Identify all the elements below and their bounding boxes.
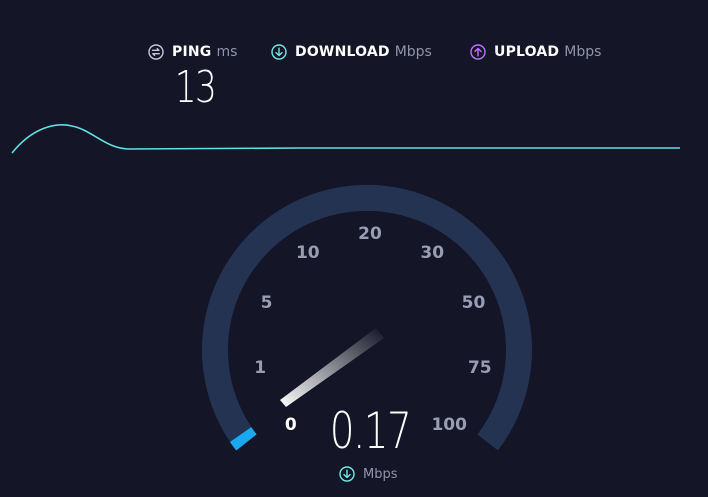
gauge-label-5: 5: [261, 293, 273, 313]
throughput-graph: [11, 124, 680, 154]
ping-value: 13: [174, 62, 217, 113]
current-speed-unit: Mbps: [339, 466, 398, 482]
gauge-label-75: 75: [468, 358, 492, 378]
gauge-label-50: 50: [462, 293, 486, 313]
gauge-label-10: 10: [296, 243, 320, 263]
ping-unit: ms: [216, 44, 238, 60]
current-speed-unit-label: Mbps: [363, 466, 398, 482]
upload-metric: UPLOAD Mbps: [470, 42, 601, 62]
ping-label: PING: [172, 44, 212, 60]
upload-label: UPLOAD: [494, 44, 560, 60]
ping-icon: [148, 44, 164, 60]
gauge-needle: [280, 328, 384, 407]
download-label: DOWNLOAD: [295, 44, 390, 60]
download-arrow-icon: [339, 466, 355, 482]
upload-arrow-icon: [470, 44, 486, 60]
gauge-label-1: 1: [254, 358, 266, 378]
download-unit: Mbps: [394, 44, 432, 60]
graph-line: [11, 124, 680, 154]
download-metric: DOWNLOAD Mbps: [271, 42, 432, 62]
download-arrow-icon: [271, 44, 287, 60]
gauge-label-0: 0: [285, 415, 297, 435]
gauge-progress: [229, 427, 257, 451]
gauge-label-20: 20: [358, 224, 382, 244]
gauge-label-30: 30: [420, 243, 444, 263]
ping-metric: PING ms: [148, 42, 237, 62]
gauge-label-100: 100: [431, 415, 467, 435]
upload-unit: Mbps: [564, 44, 602, 60]
current-speed-value: 0.17: [329, 402, 412, 460]
